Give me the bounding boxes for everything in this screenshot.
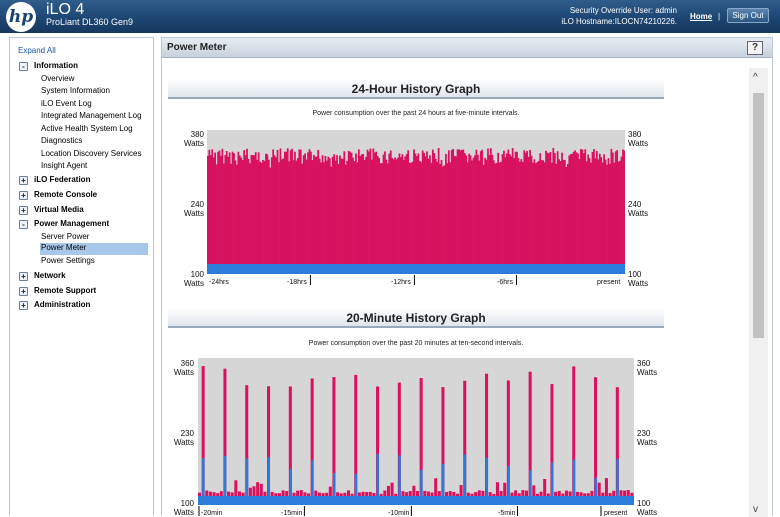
expand-all-link[interactable]: Expand All	[18, 46, 56, 55]
navigation-sidebar: Expand All - Information Overview System …	[9, 37, 154, 516]
expand-icon[interactable]: +	[19, 176, 28, 185]
expand-icon[interactable]: +	[19, 301, 28, 310]
graph24-subtitle: Power consumption over the past 24 hours…	[312, 110, 520, 117]
nav-item-overview[interactable]: Overview	[41, 74, 74, 83]
nav-item-diagnostics[interactable]: Diagnostics	[41, 136, 82, 145]
graph20-y-label-max: 360 Watts	[173, 359, 194, 377]
nav-section-power-management[interactable]: - Power Management	[19, 219, 109, 229]
nav-section-remote-support[interactable]: + Remote Support	[19, 286, 96, 296]
server-model: ProLiant DL360 Gen9	[46, 17, 134, 27]
title-bar: Power Meter ?	[162, 38, 772, 58]
collapse-icon[interactable]: -	[19, 220, 28, 229]
scroll-down-arrow-icon[interactable]: v	[753, 504, 758, 515]
graph20-plot: -20min -15min -10min -5min present	[198, 358, 634, 517]
home-link[interactable]: Home	[690, 12, 712, 21]
graph24-y-label-max: 380 Watts	[183, 130, 204, 148]
vertical-scrollbar[interactable]: ^ v	[749, 68, 768, 517]
user-info: Security Override User: admin	[569, 6, 677, 15]
nav-section-network[interactable]: + Network	[19, 271, 66, 281]
nav-section-administration[interactable]: + Administration	[19, 300, 90, 310]
expand-icon[interactable]: +	[19, 272, 28, 281]
nav-item-location-discovery-services[interactable]: Location Discovery Services	[41, 149, 141, 158]
graph24-title: 24-Hour History Graph	[168, 79, 664, 99]
graph20-y-label-mid-right: 230 Watts	[637, 429, 658, 447]
graph24-y-label-min-right: 100 Watts	[628, 270, 649, 288]
nav-item-server-power[interactable]: Server Power	[41, 232, 89, 241]
sign-out-button[interactable]: Sign Out	[727, 8, 769, 23]
expand-icon[interactable]: +	[19, 287, 28, 296]
graph20-y-label-min-right: 100 Watts	[637, 499, 658, 517]
nav-item-integrated-management-log[interactable]: Integrated Management Log	[41, 111, 142, 120]
graph24-x-tick-label: present	[597, 279, 620, 286]
graph24-y-label-mid-right: 240 Watts	[628, 200, 649, 218]
content-panel: Power Meter ? ^ v 24-Hour History Graph …	[161, 37, 773, 517]
graph24-x-tick-label: -18hrs	[287, 279, 307, 286]
page-title: Power Meter	[167, 42, 227, 53]
graph20-y-label-max-right: 360 Watts	[637, 359, 658, 377]
expand-icon[interactable]: +	[19, 206, 28, 215]
graph24-plot: -24hrs -18hrs -12hrs -6hrs present	[207, 130, 625, 286]
nav-item-active-health-system-log[interactable]: Active Health System Log	[41, 124, 133, 133]
nav-section-virtual-media[interactable]: + Virtual Media	[19, 205, 84, 215]
graph24-x-tick-label: -24hrs	[209, 279, 229, 286]
collapse-icon[interactable]: -	[19, 62, 28, 71]
nav-item-power-settings[interactable]: Power Settings	[41, 256, 95, 265]
nav-item-ilo-event-log[interactable]: iLO Event Log	[41, 99, 92, 108]
graph24-peak-bar	[623, 150, 625, 274]
graph24-y-label-min: 100 Watts	[183, 270, 204, 288]
graph20-plot-area	[198, 358, 634, 505]
graph24-x-tick-label: -12hrs	[391, 279, 411, 286]
graph24-x-tick-label: -6hrs	[497, 279, 513, 286]
scroll-thumb[interactable]	[753, 93, 764, 338]
graph20-y-label-mid: 230 Watts	[173, 429, 194, 447]
graph20-y-label-min: 100 Watts	[173, 499, 194, 517]
graph24-y-label-mid: 240 Watts	[183, 200, 204, 218]
hostname-info: iLO Hostname:ILOCN74210226.	[561, 17, 677, 26]
nav-section-information[interactable]: - Information	[19, 61, 78, 71]
nav-item-system-information[interactable]: System Information	[41, 86, 110, 95]
nav-item-power-meter[interactable]: Power Meter	[40, 243, 148, 255]
graph24-y-label-max-right: 380 Watts	[628, 130, 649, 148]
expand-icon[interactable]: +	[19, 191, 28, 200]
graph20-axis-strip	[198, 505, 634, 517]
graph20-average-band	[198, 496, 634, 505]
nav-section-ilo-federation[interactable]: + iLO Federation	[19, 175, 90, 185]
help-button[interactable]: ?	[747, 41, 763, 55]
nav-section-remote-console[interactable]: + Remote Console	[19, 190, 97, 200]
scroll-up-arrow-icon[interactable]: ^	[753, 72, 758, 83]
graph20-title: 20-Minute History Graph	[168, 308, 664, 328]
graph20-subtitle: Power consumption over the past 20 minut…	[308, 340, 524, 347]
nav-item-insight-agent[interactable]: Insight Agent	[41, 161, 87, 170]
graph24-axis-strip	[207, 274, 625, 286]
hp-logo: hp	[6, 2, 36, 32]
header-separator: |	[718, 12, 721, 21]
graph24-average-band	[207, 264, 625, 274]
header-bar: hp iLO 4 ProLiant DL360 Gen9 Security Ov…	[0, 0, 780, 33]
